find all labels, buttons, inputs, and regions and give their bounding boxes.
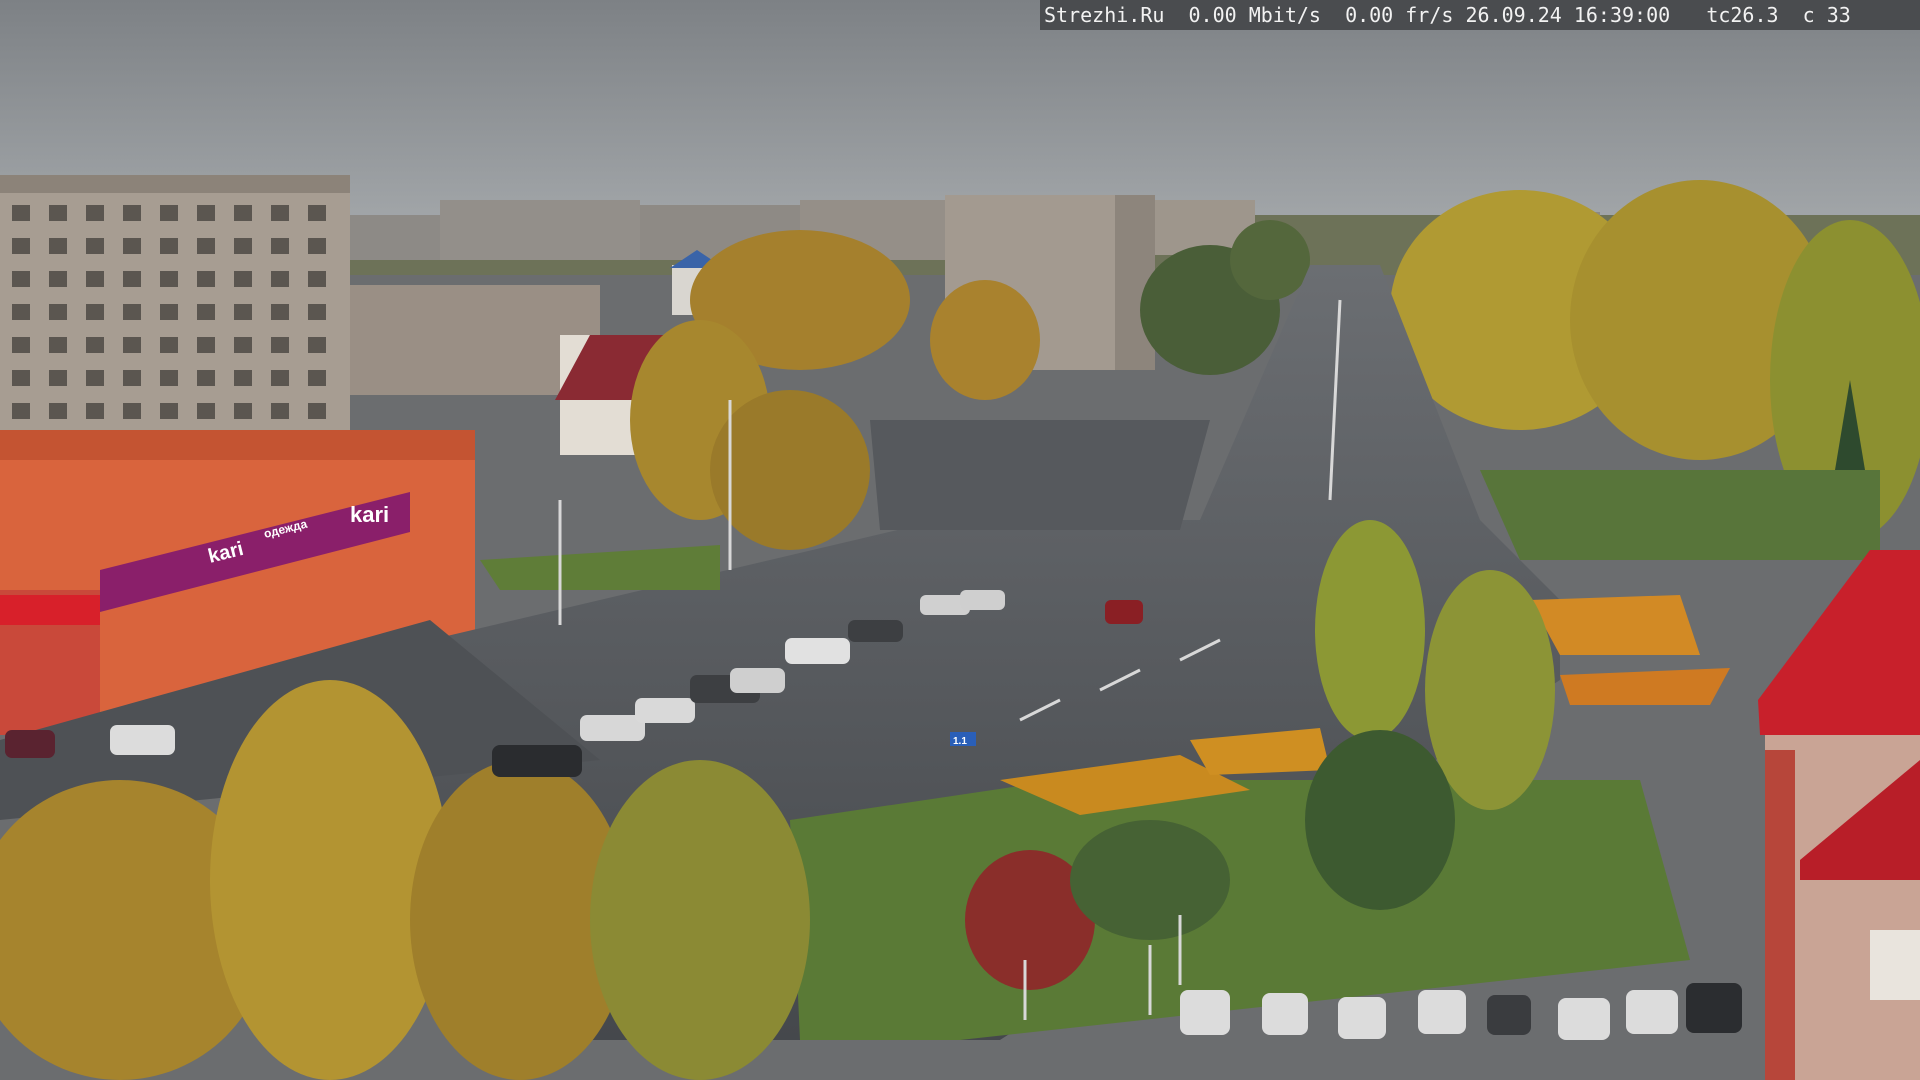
central-lawn (790, 780, 1690, 1040)
apartment-window (271, 370, 289, 386)
apartment-window (308, 304, 326, 320)
webcam-street-scene: kari одежда kari 1.1 (0, 0, 1920, 1080)
apartment-window (123, 370, 141, 386)
apartment-window (160, 271, 178, 287)
apartment-window (197, 337, 215, 353)
apartment-window (160, 304, 178, 320)
apartment-window (271, 238, 289, 254)
channel: c 33 (1802, 3, 1851, 27)
apartment-window (271, 337, 289, 353)
apartment-window (197, 304, 215, 320)
apartment-window (197, 205, 215, 221)
right-lawn (1480, 470, 1880, 560)
apartment-window (12, 238, 30, 254)
apartment-window (123, 238, 141, 254)
apartment-window (12, 337, 30, 353)
apartment-window (271, 403, 289, 419)
apartment-window (160, 337, 178, 353)
apartment-window (49, 238, 67, 254)
apartment-window (49, 337, 67, 353)
apartment-window (12, 304, 30, 320)
apartment-window (308, 337, 326, 353)
framerate: 0.00 fr/s (1345, 3, 1454, 27)
left-lawn (480, 545, 720, 590)
apartment-window (234, 205, 252, 221)
apartment-window (12, 370, 30, 386)
apartment-window (271, 271, 289, 287)
apartment-window (123, 403, 141, 419)
road-sign-text: 1.1 (953, 736, 967, 747)
apartment-window (123, 337, 141, 353)
apartment-window (86, 271, 104, 287)
apartment-window (160, 403, 178, 419)
apartment-window (197, 403, 215, 419)
site-name: Strezhi.Ru (1044, 3, 1165, 27)
apartment-window (234, 271, 252, 287)
apartment-window (308, 205, 326, 221)
webcam-status-bar: Strezhi.Ru 0.00 Mbit/s 0.00 fr/s 26.09.2… (1040, 0, 1920, 30)
apartment-window (234, 304, 252, 320)
apartment-window (197, 271, 215, 287)
apartment-window (12, 403, 30, 419)
apartment-window (86, 403, 104, 419)
apartment-window (86, 238, 104, 254)
apartment-window (86, 370, 104, 386)
apartment-window (49, 205, 67, 221)
apartment-window (160, 370, 178, 386)
flower-bed-4 (1560, 668, 1730, 705)
apartment-window (12, 205, 30, 221)
apartment-window (123, 271, 141, 287)
apartment-window (160, 205, 178, 221)
central-plaza (870, 420, 1210, 530)
temperature: tc26.3 (1706, 3, 1779, 27)
apartment-window (197, 370, 215, 386)
apartment-window (49, 304, 67, 320)
apartment-window (86, 337, 104, 353)
apartment-window (234, 370, 252, 386)
apartment-window (86, 304, 104, 320)
timestamp: 26.09.24 16:39:00 (1465, 3, 1671, 27)
apartment-window (271, 205, 289, 221)
apartment-window (12, 271, 30, 287)
apartment-window (308, 403, 326, 419)
apartment-window (123, 304, 141, 320)
apartment-window (308, 271, 326, 287)
apartment-window (49, 370, 67, 386)
apartment-window (234, 337, 252, 353)
apartment-window (49, 403, 67, 419)
right-red-tower (1758, 550, 1920, 1080)
apartment-window (308, 238, 326, 254)
bitrate: 0.00 Mbit/s (1188, 3, 1321, 27)
store-logo: kari (350, 502, 389, 527)
apartment-window (234, 403, 252, 419)
apartment-window (123, 205, 141, 221)
apartment-window (86, 205, 104, 221)
apartment-window (49, 271, 67, 287)
apartment-window (234, 238, 252, 254)
apartment-window (271, 304, 289, 320)
flower-bed-3 (1530, 595, 1700, 655)
apartment-window (160, 238, 178, 254)
apartment-window (308, 370, 326, 386)
apartment-window (197, 238, 215, 254)
